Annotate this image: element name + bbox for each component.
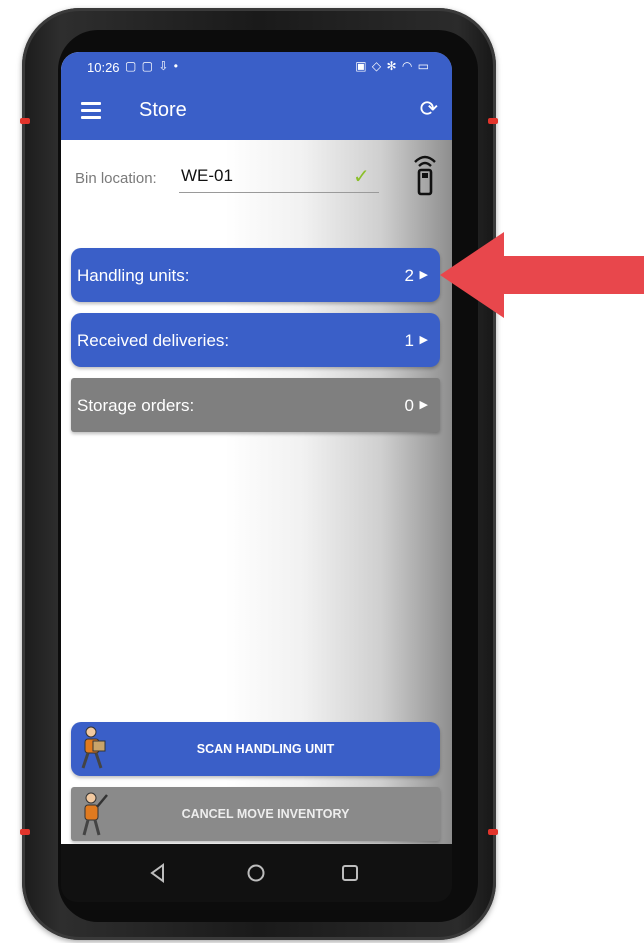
row-count: 0 [404, 396, 414, 415]
system-nav-bar [61, 844, 452, 902]
row-label: Handling units: [77, 266, 190, 285]
status-time: 10:26 [87, 60, 120, 75]
recents-square-icon[interactable] [339, 862, 361, 884]
app-bar: Store ⟳ [61, 82, 452, 140]
scan-handling-unit-button[interactable]: SCAN HANDLING UNIT [71, 722, 440, 776]
cancel-move-inventory-button[interactable]: CANCEL MOVE INVENTORY [71, 787, 440, 841]
chevron-right-icon: ▶ [419, 399, 428, 411]
row-count: 1 [404, 331, 414, 350]
phone-bumper-right-bottom [488, 829, 498, 835]
phone-bumper-left-top [20, 118, 30, 124]
bin-location-input[interactable] [179, 160, 379, 193]
bin-location-label: Bin location: [75, 170, 157, 187]
handling-units-row[interactable]: Handling units: 2 ▶ [71, 248, 440, 302]
notification-icons: ▢ ▢ ⇩ • [125, 59, 179, 73]
cancel-button-label: CANCEL MOVE INVENTORY [181, 807, 350, 821]
refresh-icon[interactable]: ⟳ [420, 97, 438, 121]
app-screen: 10:26 ▢ ▢ ⇩ • ▣ ◇ ✻ ◠ ▭ Store ⟳ Bin loca… [61, 52, 452, 844]
phone-bumper-left-bottom [20, 829, 30, 835]
scan-button-label: SCAN HANDLING UNIT [196, 742, 335, 756]
row-label: Storage orders: [77, 396, 195, 415]
chevron-right-icon: ▶ [419, 269, 428, 281]
rfid-scanner-icon[interactable] [411, 152, 439, 196]
row-count: 2 [404, 266, 414, 285]
checkmark-icon: ✓ [353, 166, 370, 188]
callout-arrow-icon [440, 232, 644, 318]
received-deliveries-row[interactable]: Received deliveries: 1 ▶ [71, 313, 440, 367]
status-bar: 10:26 ▢ ▢ ⇩ • ▣ ◇ ✻ ◠ ▭ [61, 52, 452, 82]
system-status-icons: ▣ ◇ ✻ ◠ ▭ [355, 59, 430, 73]
hamburger-menu-icon[interactable] [81, 102, 101, 119]
row-label: Received deliveries: [77, 331, 230, 350]
back-triangle-icon[interactable] [147, 862, 169, 884]
phone-bumper-right-top [488, 118, 498, 124]
home-circle-icon[interactable] [245, 862, 267, 884]
storage-orders-row[interactable]: Storage orders: 0 ▶ [71, 378, 440, 432]
page-title: Store [139, 99, 187, 121]
chevron-right-icon: ▶ [419, 334, 428, 346]
